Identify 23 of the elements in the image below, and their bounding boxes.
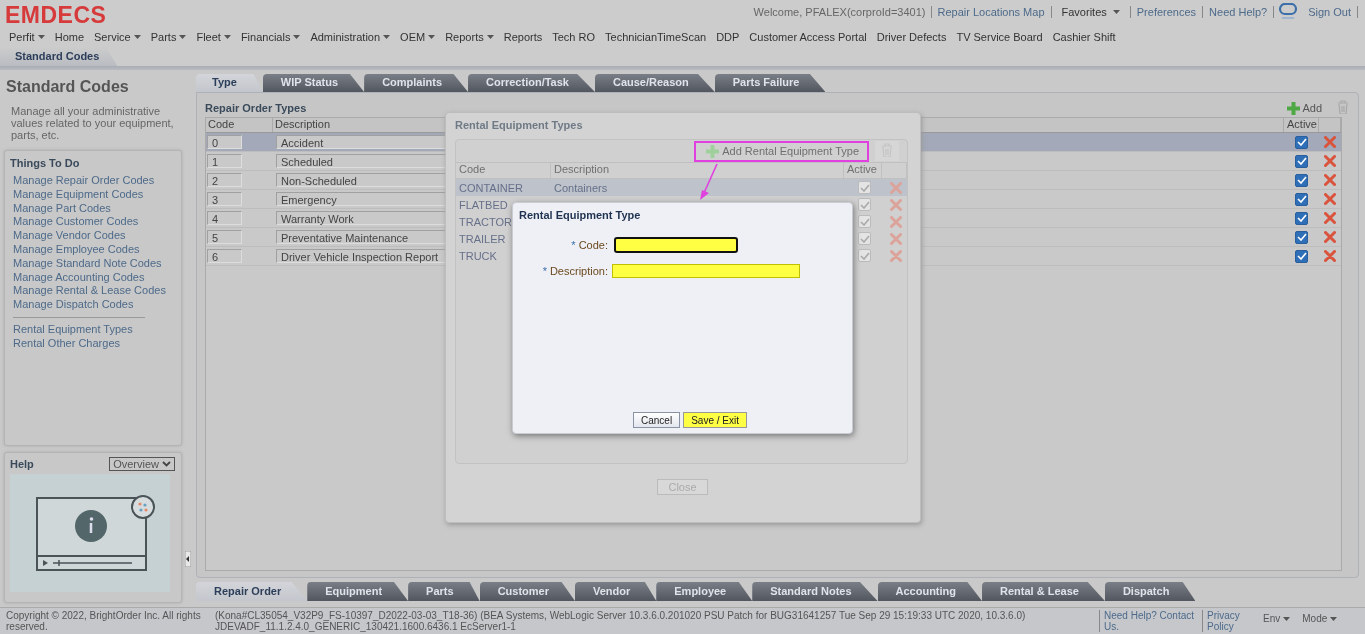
table-cell: TRAILER bbox=[459, 232, 506, 245]
panel-title: Help bbox=[10, 458, 34, 470]
required-mark: * bbox=[542, 265, 547, 278]
dialog-title: Rental Equipment Types bbox=[455, 119, 584, 133]
sidebar-description: Manage all your administrative values related to your equipment, parts, etc. bbox=[10, 105, 175, 141]
required-mark: * bbox=[571, 239, 576, 252]
column-header: Code bbox=[206, 118, 273, 132]
column-header: Code bbox=[456, 163, 551, 178]
column-header: Active bbox=[1284, 118, 1319, 132]
table-cell: TRUCK bbox=[459, 249, 497, 262]
field-label: Description: bbox=[549, 265, 608, 278]
table-cell: Containers bbox=[554, 181, 608, 194]
version-text: (Kona#CL35054_V32P9_FS-10397_D2022-03-03_T18-36) (BEA Systems, WebLogic Server 10.3.6.0.201020 PSU Patch for BUG31641257 Tue Sep 29 15:19:33 UTC 2020, 10.3.6.0) JDEVADF_11.1.2.4.0_GENERIC_130421.1600.6436.1 EcServer1-1 bbox=[215, 610, 1027, 632]
field-label: Code: bbox=[578, 239, 608, 252]
table-cell: TRACTOR bbox=[459, 215, 512, 228]
section-title: Repair Order Types bbox=[205, 102, 308, 114]
column-header: Active bbox=[844, 163, 882, 178]
column-header: Description bbox=[551, 163, 844, 178]
logo: EMDECS bbox=[5, 3, 107, 27]
welcome-text: Welcome, PFALEX(corproId=3401) bbox=[753, 6, 932, 18]
panel-title: Things To Do bbox=[10, 157, 81, 169]
sidebar-title: Standard Codes bbox=[6, 78, 130, 96]
copyright-text: Copyright © 2022, BrightOrder Inc. All rights reserved. bbox=[6, 610, 202, 632]
